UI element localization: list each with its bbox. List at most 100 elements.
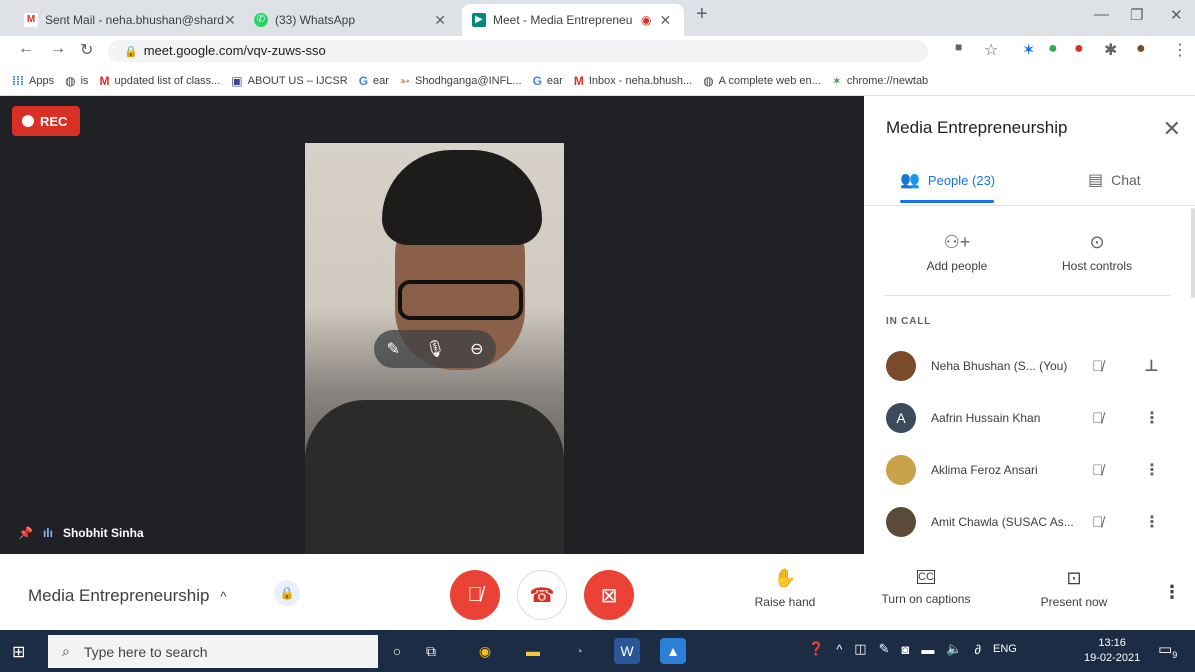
tab-people-label: People (23) [927,172,996,188]
notification-center-icon[interactable]: ▭9 [1158,640,1177,660]
pen-icon[interactable]: ✎ [879,641,890,657]
window-close-icon[interactable]: ✕ [1170,6,1183,24]
touch-icon[interactable]: ∂ [975,642,981,657]
task-view-icon[interactable]: ⧉ [418,638,444,664]
lock-icon: 🔒 [124,46,138,58]
present-button[interactable]: ⊡ Present now [1038,568,1110,609]
bookmark-updated-list[interactable]: Mupdated list of class... [100,74,221,88]
language-indicator[interactable]: ENG [993,643,1017,655]
more-options-icon[interactable]: ⋮ [1163,582,1181,603]
captions-button[interactable]: CC Turn on captions [876,568,976,606]
cortana-icon[interactable]: ○ [384,638,410,664]
grammarly-icon[interactable]: ● [1048,40,1058,58]
unpin-icon[interactable]: ✎ [386,339,399,359]
pin-icon[interactable]: 📌 [18,526,33,540]
shodhganga-icon: ➳ [399,73,410,88]
puzzle-icon[interactable]: ✱ [1104,40,1117,60]
bookmark-ear-1[interactable]: Gear [359,74,389,88]
bookmark-label: is [80,74,89,87]
host-controls-button[interactable]: ⊙ Host controls [1042,232,1152,273]
bookmark-label: ear [546,74,563,87]
profile-avatar-icon[interactable]: ● [1136,40,1146,58]
tab-gmail[interactable]: M Sent Mail - neha.bhushan@shard ✕ [14,4,236,36]
recording-dot-icon: ◉ [641,13,652,27]
participant-name: Aafrin Hussain Khan [931,411,1041,425]
windows-start-icon[interactable]: ⊞ [12,642,25,662]
present-label: Present now [1040,595,1108,609]
tab-bar: M Sent Mail - neha.bhushan@shard ✕ ✆ (33… [0,0,1195,36]
tab-whatsapp[interactable]: ✆ (33) WhatsApp ✕ [244,4,456,36]
more-options-icon[interactable]: ⋮ [1144,512,1160,532]
participant-row[interactable]: A Aafrin Hussain Khan 🎙̸ ⋮ [886,402,1176,434]
close-icon[interactable]: ✕ [224,12,236,29]
extension-icon[interactable]: ✶ [1022,40,1035,60]
battery-icon[interactable]: ▬ [921,642,934,657]
word-icon[interactable]: W [614,638,640,664]
menu-icon[interactable]: ⋮ [1172,40,1188,60]
volume-icon[interactable]: 🔈 [946,641,962,657]
bookmark-shodhganga[interactable]: ➳ Shodhganga@INFL... [400,74,522,88]
minimize-icon[interactable]: — [1094,6,1109,23]
rec-label: REC [40,113,68,129]
more-options-icon[interactable]: ⋮ [1144,408,1160,428]
active-tab-indicator [900,200,994,203]
new-tab-icon[interactable]: + [696,3,708,26]
url-input[interactable]: 🔒 meet.google.com/vqv-zuws-sso [108,40,928,62]
people-icon: 👥 [900,172,920,189]
network-icon[interactable]: ◫ [854,641,866,657]
photos-icon[interactable]: ▲ [660,638,686,664]
security-shield-icon[interactable]: 🔒 [274,580,300,606]
camera-toggle-button[interactable]: ⊠ [584,570,634,620]
tab-chat[interactable]: ▤ Chat [1088,170,1141,190]
chevron-up-icon[interactable]: ^ [836,642,842,657]
gmail-icon: M [99,73,110,88]
restore-icon[interactable]: ❐ [1130,6,1143,24]
mic-off-icon: 🎙̸ [1092,461,1104,479]
tab-people[interactable]: 👥 People (23) [900,170,995,190]
address-bar-row: ← → ↻ 🔒 meet.google.com/vqv-zuws-sso ■ ☆ … [0,36,1195,66]
bookmark-is[interactable]: ◍ is [65,74,88,88]
camera-icon[interactable]: ■ [955,40,962,54]
participant-row[interactable]: Neha Bhushan (S... (You) 🎙̸ ⊥ [886,350,1176,382]
bookmark-ijcsr[interactable]: ▣ ABOUT US – IJCSR [231,74,347,88]
google-icon: G [532,73,542,88]
tab-meet[interactable]: ▶ Meet - Media Entrepreneurs ◉ ✕ [462,4,684,36]
bookmark-ear-2[interactable]: Gear [533,74,563,88]
bookmark-apps[interactable]: ⁞⁞⁞ Apps [12,74,54,88]
star-icon[interactable]: ☆ [984,40,998,60]
apps-grid-icon: ⁞⁞⁞ [12,73,24,88]
tab-chat-label: Chat [1111,172,1141,188]
participant-row[interactable]: Aklima Feroz Ansari 🎙̸ ⋮ [886,454,1176,486]
clock[interactable]: 13:16 19-02-2021 [1084,636,1140,666]
hand-icon: ✋ [773,568,797,588]
forward-icon[interactable]: → [50,40,66,58]
system-tray: ❓ ^ ◫ ✎ ◙ ▬ 🔈 ∂ ENG [808,641,1017,657]
more-options-icon[interactable]: ⋮ [1144,460,1160,480]
mic-icon[interactable]: 🎙 [425,339,445,359]
close-icon[interactable]: ✕ [659,12,671,29]
chrome-icon[interactable]: ◉ [472,638,498,664]
file-explorer-icon[interactable]: ▬ [520,638,546,664]
pin-icon[interactable]: ⊥ [1144,356,1159,376]
adblock-icon[interactable]: ● [1074,40,1084,58]
leave-call-button[interactable]: ☎ [517,570,567,620]
bookmark-inbox[interactable]: M Inbox - neha.bhush... [574,74,692,88]
back-icon[interactable]: ← [18,40,34,58]
bookmarks-bar: ⁞⁞⁞ Apps ◍ is Mupdated list of class... ▣ A… [0,66,1195,96]
edge-icon[interactable]: ◔ [566,638,592,664]
mic-toggle-button[interactable]: 🎙̸ [450,570,500,620]
meeting-details-button[interactable]: Media Entrepreneurship ^ [28,586,226,606]
remove-icon[interactable]: ⊖ [470,339,483,359]
close-icon[interactable]: ✕ [434,12,446,29]
reload-icon[interactable]: ↻ [80,40,93,60]
add-people-button[interactable]: ⚇+ Add people [902,232,1012,273]
close-icon[interactable]: ✕ [1163,116,1181,142]
raise-hand-button[interactable]: ✋ Raise hand [752,568,818,609]
help-icon[interactable]: ❓ [808,641,824,657]
bookmark-newtab[interactable]: ✶ chrome://newtab [832,74,928,88]
participant-row[interactable]: Amit Chawla (SUSAC As... 🎙̸ ⋮ [886,506,1176,538]
bookmark-web-en[interactable]: ◍ A complete web en... [703,74,821,88]
taskbar-search[interactable]: ⌕ Type here to search [48,635,378,668]
app-tray-icon[interactable]: ◙ [902,642,910,657]
scrollbar[interactable] [1191,208,1195,298]
